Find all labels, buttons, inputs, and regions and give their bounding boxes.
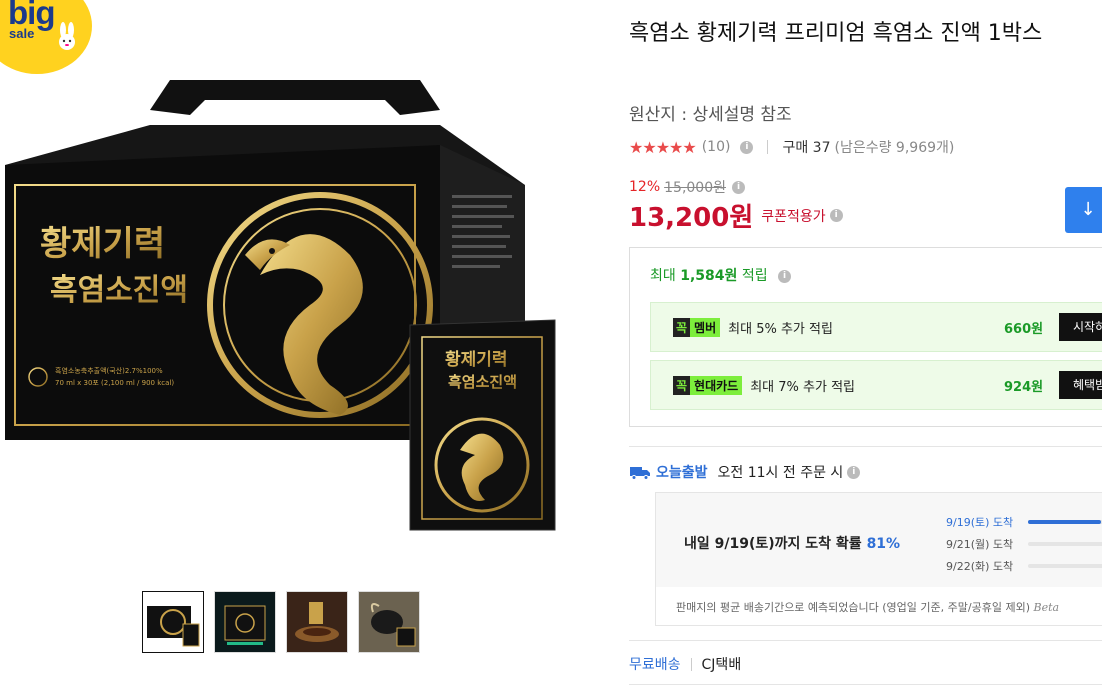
reward-info-icon[interactable]: i: [778, 269, 792, 283]
divider: [767, 140, 769, 154]
eta-note-text: 판매지의 평균 배송기간으로 예측되었습니다 (영업일 기준, 주말/공휴일 제…: [676, 601, 1030, 614]
card-tag: 꼭 현대카드: [673, 375, 743, 395]
eta-row-label: 9/22(화) 도착: [946, 560, 1014, 573]
eta-row: 9/21(월) 도착: [946, 533, 1102, 555]
eta-row: 9/22(화) 도착: [946, 555, 1102, 577]
price-info-icon[interactable]: i: [732, 180, 745, 194]
thumbnail-pouch-set[interactable]: [214, 591, 276, 653]
rating-row: ★★★★★ (10) i 구매 37 (남은수량 9,969개): [629, 137, 954, 157]
eta-note: 판매지의 평균 배송기간으로 예측되었습니다 (영업일 기준, 주말/공휴일 제…: [676, 599, 1059, 615]
discount-rate: 12%: [629, 179, 661, 195]
pouch-title-line1: 황제기력: [445, 350, 508, 370]
purchase-count: 구매 37: [782, 140, 831, 156]
coupon-download-button[interactable]: ↓: [1065, 187, 1102, 233]
reward-head-prefix: 최대: [650, 268, 681, 284]
eta-bar: [1028, 542, 1102, 546]
reward-amount: 660원: [1004, 321, 1044, 337]
coupon-price-label: 쿠폰적용가: [761, 208, 826, 225]
tag-k: 꼭: [673, 375, 691, 395]
tag-text: 현대카드: [690, 375, 743, 395]
delivery-fee-row: 무료배송 CJ택배: [629, 654, 741, 674]
truck-icon: [630, 467, 650, 480]
coupon-info-icon[interactable]: i: [829, 209, 843, 222]
info-icon[interactable]: i: [740, 140, 754, 154]
box-title-line1: 황제기력: [40, 224, 165, 264]
free-shipping-label: 무료배송: [629, 657, 681, 673]
eta-row: 9/19(토) 도착: [946, 511, 1102, 533]
today-ship-label: 오늘출발: [656, 465, 708, 481]
reward-box: 최대 1,584원 적립 i 꼭 멤버 최대 5% 추가 적립 660원 시작하 …: [629, 247, 1102, 427]
ship-cutoff: 오전 11시 전 주문 시: [717, 465, 844, 481]
reward-head-suffix: 적립: [737, 268, 768, 284]
thumbnail-goat[interactable]: [358, 591, 420, 653]
divider: [690, 657, 692, 671]
reward-header: 최대 1,584원 적립 i: [650, 265, 792, 285]
eta-box: 내일 9/19(토)까지 도착 확률 81% 9/19(토) 도착 9/21(월…: [655, 492, 1102, 626]
member-tag: 꼭 멤버: [673, 317, 721, 337]
review-count[interactable]: (10): [702, 139, 731, 155]
box-small-text2: 70 ml x 30포 (2,100 ml / 900 kcal): [55, 379, 174, 387]
eta-rows: 9/19(토) 도착 9/21(월) 도착 9/22(화) 도착: [946, 511, 1102, 577]
eta-main-text: 내일 9/19(토)까지 도착 확률: [684, 536, 867, 552]
pouch-title-line2: 흑염소진액: [448, 373, 517, 391]
original-price: 15,000원: [664, 180, 726, 196]
section-divider: [629, 446, 1102, 447]
eta-percent: 81%: [866, 536, 901, 552]
reward-item-card: 꼭 현대카드 최대 7% 추가 적립 924원 혜택받: [650, 360, 1102, 410]
eta-fill: [1028, 520, 1101, 524]
download-icon: ↓: [1080, 199, 1096, 220]
bunny-icon: [59, 22, 75, 50]
ship-info-icon[interactable]: i: [847, 465, 861, 479]
thumbnail-box[interactable]: [142, 591, 204, 653]
reward-head-amount: 1,584원: [680, 268, 738, 284]
eta-row-label: 9/21(월) 도착: [946, 538, 1014, 551]
rating-stars[interactable]: ★★★★★: [629, 138, 697, 157]
box-title-line2: 흑염소진액: [50, 273, 188, 308]
product-main-image[interactable]: 황제기력 흑염소진액 흑염소농축추출액(국산)2.7%100% 70 ml x …: [0, 55, 585, 545]
thumbnail-serving[interactable]: [286, 591, 348, 653]
carrier-name: CJ택배: [701, 657, 742, 673]
eta-bar: [1028, 520, 1102, 524]
remaining-stock: (남은수량 9,969개): [834, 140, 955, 156]
box-small-text: 흑염소농축추출액(국산)2.7%100%: [55, 366, 163, 375]
eta-row-label: 9/19(토) 도착: [946, 516, 1014, 529]
reward-text: 최대 7% 추가 적립: [750, 379, 855, 395]
beta-label: Beta: [1033, 601, 1060, 614]
reward-text: 최대 5% 추가 적립: [728, 321, 833, 337]
discount-row: 12% 15,000원 i: [629, 177, 745, 197]
section-divider: [629, 684, 1102, 685]
tag-k: 꼭: [673, 317, 691, 337]
sale-price: 13,200원: [629, 203, 754, 233]
reward-item-member: 꼭 멤버 최대 5% 추가 적립 660원 시작하: [650, 302, 1102, 352]
product-origin: 원산지 : 상세설명 참조: [629, 105, 792, 125]
start-member-button[interactable]: 시작하: [1059, 313, 1102, 341]
shipping-header: 오늘출발 오전 11시 전 주문 시 i: [629, 462, 861, 482]
badge-sale-text: sale: [9, 26, 35, 41]
tag-text: 멤버: [690, 317, 721, 337]
product-title: 흑염소 황제기력 프리미엄 흑염소 진액 1박스: [629, 21, 1043, 46]
price-row: 13,200원 쿠폰적용가 i: [629, 197, 843, 234]
card-benefit-button[interactable]: 혜택받: [1059, 371, 1102, 399]
eta-main: 내일 9/19(토)까지 도착 확률 81%: [684, 533, 900, 553]
reward-amount: 924원: [1004, 379, 1044, 395]
eta-bar: [1028, 564, 1102, 568]
thumbnail-strip: [142, 591, 420, 653]
section-divider: [629, 640, 1102, 641]
